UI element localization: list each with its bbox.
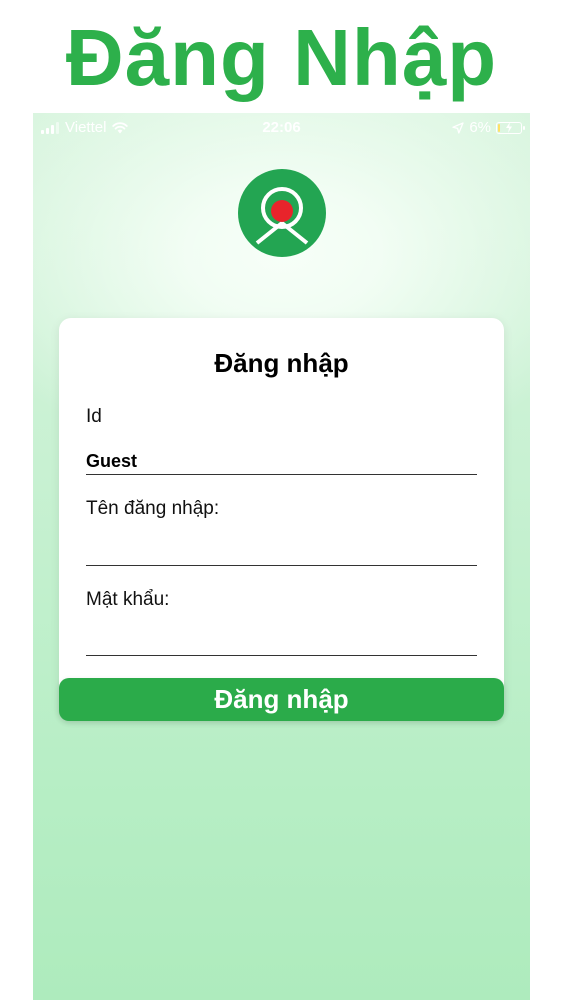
phone-screen: Viettel 22:06 6% Đăng nhập Id Guest Tên … bbox=[33, 113, 530, 1000]
battery-level bbox=[498, 123, 500, 132]
status-right: 6% bbox=[452, 119, 525, 136]
battery-percent: 6% bbox=[469, 119, 491, 136]
password-input[interactable] bbox=[86, 629, 477, 656]
page-heading: Đăng Nhập bbox=[65, 13, 498, 102]
charging-bolt-icon bbox=[506, 121, 512, 133]
location-icon bbox=[452, 121, 464, 134]
username-label: Tên đăng nhập: bbox=[86, 498, 220, 519]
battery-icon bbox=[496, 121, 525, 134]
username-input[interactable] bbox=[86, 539, 477, 566]
status-bar: Viettel 22:06 6% bbox=[33, 113, 530, 141]
username-field[interactable] bbox=[86, 539, 477, 566]
id-label: Id bbox=[86, 406, 102, 427]
app-logo bbox=[238, 169, 326, 257]
login-button[interactable]: Đăng nhập bbox=[59, 678, 504, 721]
password-field[interactable] bbox=[86, 629, 477, 656]
login-card-title: Đăng nhập bbox=[214, 348, 349, 378]
login-card: Đăng nhập Id Guest Tên đăng nhập: Mật kh… bbox=[59, 318, 504, 718]
password-label: Mật khẩu: bbox=[86, 589, 170, 610]
id-field[interactable]: Guest bbox=[86, 448, 477, 475]
